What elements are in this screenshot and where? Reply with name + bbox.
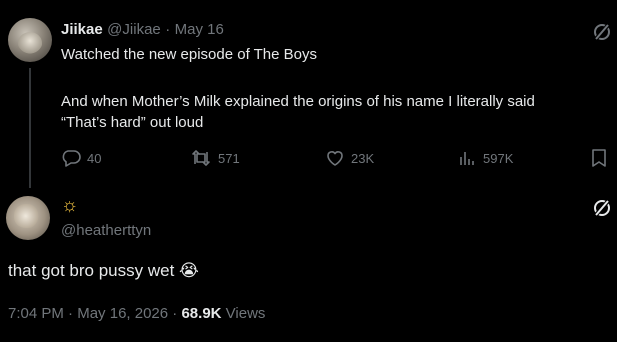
- views-icon: [460, 152, 474, 165]
- reply-icon: [62, 150, 81, 167]
- like-count: 23K: [351, 150, 375, 166]
- grok-icon[interactable]: [592, 22, 612, 42]
- tweet-date[interactable]: May 16: [175, 21, 224, 38]
- meta-separator: ·: [68, 305, 74, 322]
- like-icon: [327, 151, 343, 166]
- reply-text: that got bro pussy wet 😭: [8, 261, 199, 280]
- tweet-header: Jiikae @Jiikae · May 16: [61, 21, 224, 39]
- reply-author-handle[interactable]: @heatherttyn: [61, 222, 151, 239]
- views-button[interactable]: 597K: [457, 148, 513, 168]
- reply-avatar[interactable]: [6, 196, 50, 240]
- reply-views-count: 68.9K: [181, 305, 222, 322]
- header-separator: ·: [165, 21, 171, 38]
- tweet-text-line3: “That’s hard” out loud: [61, 114, 204, 131]
- retweet-button[interactable]: 571: [190, 148, 240, 168]
- reply-meta: 7:04 PM · May 16, 2026 · 68.9K Views: [8, 305, 265, 322]
- author-handle[interactable]: @Jiikae: [107, 21, 161, 38]
- tweet-text-line2: And when Mother’s Milk explained the ori…: [61, 93, 535, 110]
- reply-time[interactable]: 7:04 PM: [8, 305, 64, 322]
- retweet-count: 571: [218, 150, 240, 166]
- thread-line: [29, 68, 31, 188]
- retweet-icon: [192, 150, 210, 166]
- author-name[interactable]: Jiikae: [61, 21, 103, 38]
- meta-separator: ·: [172, 305, 178, 322]
- like-button[interactable]: 23K: [325, 148, 374, 168]
- reply-date[interactable]: May 16, 2026: [77, 305, 168, 322]
- reply-views-label: Views: [225, 305, 266, 322]
- avatar[interactable]: [8, 18, 52, 62]
- reply-author-name[interactable]: ☼: [61, 195, 78, 217]
- tweet-text-line1: Watched the new episode of The Boys: [61, 46, 317, 63]
- views-count: 597K: [483, 150, 514, 166]
- bookmark-button[interactable]: [590, 148, 608, 168]
- bookmark-icon: [592, 149, 606, 167]
- grok-icon[interactable]: [592, 198, 612, 218]
- reply-count: 40: [87, 150, 102, 166]
- reply-button[interactable]: 40: [61, 148, 101, 168]
